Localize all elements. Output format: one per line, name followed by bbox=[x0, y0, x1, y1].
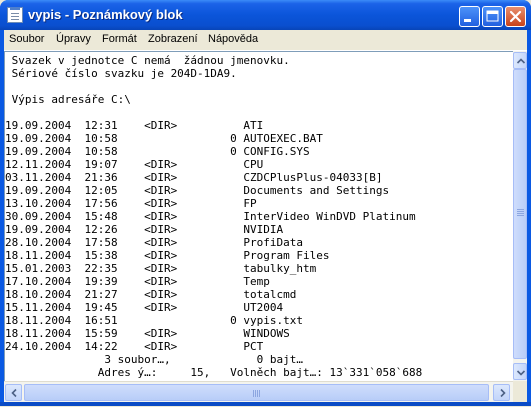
text-line: 03.11.2004 21:36 <DIR> CZDCPlusPlus-0403… bbox=[5, 171, 383, 184]
vertical-scrollbar[interactable] bbox=[513, 51, 527, 381]
text-line: Adres ý…: 15, Volněch bajt…: 13`331`058`… bbox=[5, 366, 423, 379]
text-line: Výpis adresáře C:\ bbox=[5, 93, 131, 106]
menu-format[interactable]: Formát bbox=[102, 33, 137, 45]
text-line: 18.11.2004 15:38 <DIR> Program Files bbox=[5, 249, 330, 262]
close-icon bbox=[509, 10, 522, 23]
menu-zobrazeni[interactable]: Zobrazení bbox=[148, 33, 198, 45]
scroll-right-button[interactable] bbox=[493, 384, 510, 401]
maximize-button[interactable] bbox=[482, 6, 503, 27]
menu-napoveda[interactable]: Nápověda bbox=[208, 33, 258, 45]
text-line: 18.11.2004 16:51 0 vypis.txt bbox=[5, 314, 304, 327]
text-line: 18.10.2004 21:27 <DIR> totalcmd bbox=[5, 288, 297, 301]
text-line: 19.09.2004 12:05 <DIR> Documents and Set… bbox=[5, 184, 390, 197]
menu-bar: Soubor Úpravy Formát Zobrazení Nápověda bbox=[4, 30, 527, 51]
menu-soubor[interactable]: Soubor bbox=[9, 33, 44, 45]
maximize-icon bbox=[486, 10, 499, 22]
vertical-scroll-thumb[interactable] bbox=[513, 69, 527, 359]
arrow-down-icon bbox=[516, 370, 526, 376]
text-line: 18.11.2004 15:59 <DIR> WINDOWS bbox=[5, 327, 290, 340]
window-frame-bottom bbox=[0, 402, 531, 406]
minimize-button[interactable] bbox=[459, 6, 480, 27]
text-line: 3 soubor…, 0 bajt… bbox=[5, 353, 304, 366]
scroll-down-button[interactable] bbox=[513, 363, 527, 380]
text-editor-area[interactable]: Svazek v jednotce C nemá žádnou jmenovku… bbox=[4, 51, 513, 381]
horizontal-scroll-thumb[interactable] bbox=[24, 384, 489, 401]
menu-upravy[interactable]: Úpravy bbox=[56, 33, 91, 45]
text-line: 15.11.2004 19:45 <DIR> UT2004 bbox=[5, 301, 284, 314]
text-line: 12.11.2004 19:07 <DIR> CPU bbox=[5, 158, 264, 171]
text-line: Svazek v jednotce C nemá žádnou jmenovku… bbox=[5, 54, 290, 67]
text-line: 15.01.2003 22:35 <DIR> tabulky_htm bbox=[5, 262, 317, 275]
text-line: 19.09.2004 10:58 0 AUTOEXEC.BAT bbox=[5, 132, 323, 145]
arrow-left-icon bbox=[11, 388, 17, 398]
text-line: 19.09.2004 10:58 0 CONFIG.SYS bbox=[5, 145, 310, 158]
scroll-left-button[interactable] bbox=[5, 384, 22, 401]
text-line: 13.10.2004 17:56 <DIR> FP bbox=[5, 197, 257, 210]
text-line: 24.10.2004 14:22 <DIR> PCT bbox=[5, 340, 264, 353]
arrow-up-icon bbox=[516, 58, 526, 64]
arrow-right-icon bbox=[500, 388, 506, 398]
text-line: 19.09.2004 12:26 <DIR> NVIDIA bbox=[5, 223, 284, 236]
size-grip-corner bbox=[513, 381, 527, 402]
window-title: vypis - Poznámkový blok bbox=[28, 7, 183, 22]
notepad-window: vypis - Poznámkový blok Soubor Úpravy Fo… bbox=[0, 0, 531, 406]
text-line: 17.10.2004 19:39 <DIR> Temp bbox=[5, 275, 270, 288]
scroll-up-button[interactable] bbox=[513, 52, 527, 69]
close-button[interactable] bbox=[505, 6, 526, 27]
notepad-app-icon[interactable] bbox=[7, 7, 23, 23]
title-bar[interactable]: vypis - Poznámkový blok bbox=[0, 0, 531, 30]
minimize-icon bbox=[464, 19, 471, 22]
text-line: 19.09.2004 12:31 <DIR> ATI bbox=[5, 119, 264, 132]
horizontal-scrollbar[interactable] bbox=[4, 381, 513, 402]
text-line: Sériové číslo svazku je 204D-1DA9. bbox=[5, 67, 237, 80]
text-line: 28.10.2004 17:58 <DIR> ProfiData bbox=[5, 236, 304, 249]
text-line: 30.09.2004 15:48 <DIR> InterVideo WinDVD… bbox=[5, 210, 416, 223]
